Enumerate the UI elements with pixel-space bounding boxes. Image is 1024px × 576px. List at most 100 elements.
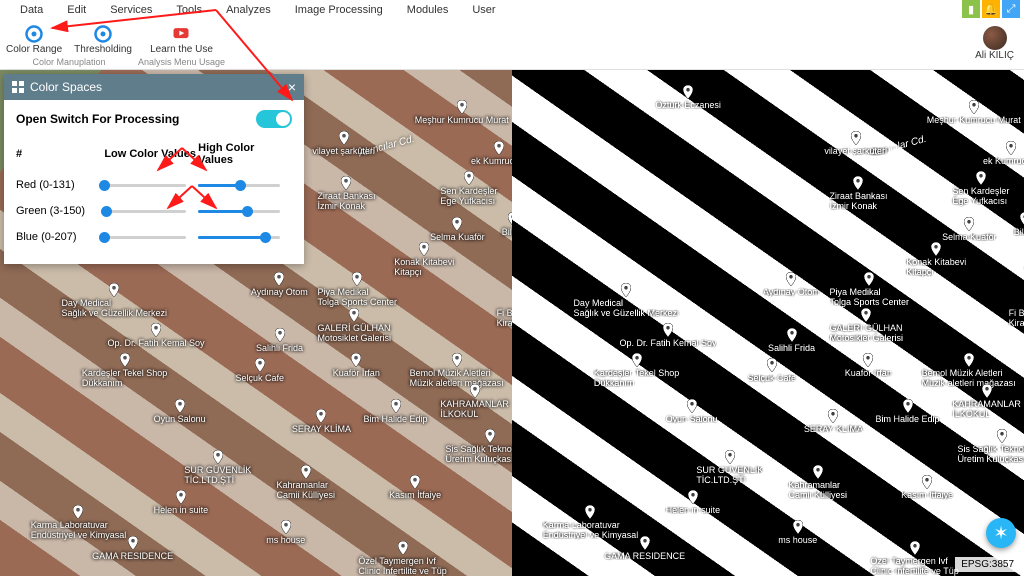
poi-label: Sen KardeşlerEge Yufkacısı [952, 171, 1009, 206]
color-spaces-panel: Color Spaces × Open Switch For Processin… [4, 74, 304, 264]
processing-toggle[interactable] [256, 110, 292, 128]
map-pin-icon [274, 272, 284, 286]
menu-modules[interactable]: Modules [395, 2, 461, 18]
header-button-notify[interactable]: 🔔 [982, 0, 1000, 18]
map-pin-icon [964, 217, 974, 231]
poi-label: Aydınay Otom [251, 272, 308, 297]
slider-row: Red (0-131) [16, 172, 292, 198]
map-pin-icon [903, 399, 913, 413]
ribbon-toolbar: Color Range Thresholding Color Manuplati… [0, 20, 1024, 70]
gear-icon [24, 24, 44, 44]
map-pin-icon [128, 536, 138, 550]
menu-tools[interactable]: Tools [164, 2, 214, 18]
map-pin-icon [976, 171, 986, 185]
map-pin-icon [452, 217, 462, 231]
map-pin-icon [632, 353, 642, 367]
poi-label: GAMA RESIDENCE [604, 536, 685, 561]
poi-label: Bilers [1014, 212, 1024, 237]
low-slider[interactable] [104, 178, 186, 192]
epsg-readout: EPSG:3857 [955, 557, 1020, 572]
high-slider[interactable] [198, 230, 280, 244]
map-pin-icon [663, 323, 673, 337]
map-pin-icon [419, 242, 429, 256]
high-slider[interactable] [198, 204, 280, 218]
map-pin-icon [352, 272, 362, 286]
header-button-expand[interactable]: ⤢ [1002, 0, 1020, 18]
poi-label: SERAY KLİMA [804, 409, 863, 434]
map-pin-icon [861, 308, 871, 322]
color-range-label: Color Range [6, 44, 62, 55]
menu-user[interactable]: User [460, 2, 507, 18]
poi-label: Meşhur Kumrucu Murat [415, 100, 509, 125]
low-slider[interactable] [104, 204, 186, 218]
map-pin-icon [864, 272, 874, 286]
poi-label: Bilers [502, 212, 512, 237]
map-pin-icon [316, 409, 326, 423]
poi-label: Oyun Salonu [666, 399, 718, 424]
map-pin-icon [997, 429, 1007, 443]
poi-label: Ziraat Bankasıİzmir Konak [317, 176, 375, 211]
poi-label: Oyun Salonu [154, 399, 206, 424]
map-pin-icon [725, 450, 735, 464]
map-pin-icon [339, 131, 349, 145]
map-pin-icon [688, 490, 698, 504]
fab-button[interactable]: ✶ [986, 518, 1016, 548]
learn-use-button[interactable]: Learn the Use [150, 24, 213, 55]
poi-label: Meşhur Kumrucu Murat [927, 100, 1021, 125]
col-high: High Color Values [198, 142, 292, 172]
close-icon[interactable]: × [288, 79, 296, 95]
poi-label: Kuaför İrfan [845, 353, 892, 378]
group-label-analysis: Analysis Menu Usage [138, 57, 225, 67]
map-pin-icon [470, 384, 480, 398]
menu-data[interactable]: Data [8, 2, 55, 18]
user-badge[interactable]: Ali KILIÇ [975, 26, 1014, 61]
map-pin-icon [457, 100, 467, 114]
thresholding-button[interactable]: Thresholding [74, 24, 132, 55]
poi-label: Fi BomesKiralık Ev ve Da [1009, 293, 1024, 328]
group-label-manip: Color Manuplation [32, 57, 105, 67]
high-slider[interactable] [198, 178, 280, 192]
menu-edit[interactable]: Edit [55, 2, 98, 18]
poi-label: Day MedicalSağlık ve Güzellik Merkezi [573, 283, 679, 318]
map-pin-icon [585, 505, 595, 519]
color-range-button[interactable]: Color Range [6, 24, 62, 55]
menu-analyzes[interactable]: Analyzes [214, 2, 283, 18]
map-right-threshold[interactable]: Akıncılar Cd.Öztürk EczanesiMeşhur Kumru… [512, 70, 1024, 576]
poi-label: Özel Taymergen IvfClinic Infertilite ve … [358, 541, 446, 576]
map-pin-icon [73, 505, 83, 519]
menu-image-processing[interactable]: Image Processing [283, 2, 395, 18]
panel-header[interactable]: Color Spaces × [4, 74, 304, 100]
map-pin-icon [485, 429, 495, 443]
map-pin-icon [910, 541, 920, 555]
poi-label: SERAY KLİMA [292, 409, 351, 434]
map-pin-icon [640, 536, 650, 550]
gear-icon [93, 24, 113, 44]
map-pin-icon [813, 465, 823, 479]
map-pin-icon [175, 399, 185, 413]
poi-label: Piya MedikalTolga Sports Center [317, 272, 397, 307]
map-pin-icon [853, 176, 863, 190]
switch-label: Open Switch For Processing [16, 112, 179, 126]
poi-label: ms house [778, 520, 817, 545]
poi-label: KahramanlarCamii Külliyesi [788, 465, 847, 500]
poi-label: Piya MedikalTolga Sports Center [829, 272, 909, 307]
poi-label: vilayet şarkûteri [824, 131, 887, 156]
map-pin-icon [828, 409, 838, 423]
poi-label: Day MedicalSağlık ve Güzellik Merkezi [61, 283, 167, 318]
map-pin-icon [349, 308, 359, 322]
low-slider[interactable] [104, 230, 186, 244]
poi-label: ms house [266, 520, 305, 545]
poi-label: Op. Dr. Fatih Kemal Soy [620, 323, 717, 348]
poi-label: Özel Taymergen IvfClinic Infertilite ve … [870, 541, 958, 576]
map-pin-icon [683, 85, 693, 99]
header-button-1[interactable]: ▮ [962, 0, 980, 18]
channel-label: Red (0-131) [16, 172, 104, 198]
poi-label: Kasım İtfaiye [901, 475, 953, 500]
map-pin-icon [275, 328, 285, 342]
map-pin-icon [982, 384, 992, 398]
map-pin-icon [1020, 212, 1024, 226]
poi-label: GALERİ GÜLHANMotosiklet Galerisi [317, 308, 391, 343]
poi-label: KahramanlarCamii Külliyesi [276, 465, 335, 500]
menu-services[interactable]: Services [98, 2, 164, 18]
channel-label: Green (3-150) [16, 198, 104, 224]
